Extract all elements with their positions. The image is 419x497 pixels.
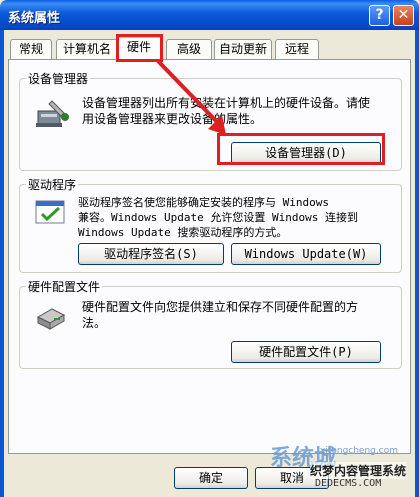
hardware-profiles-group: 硬件配置文件 硬件配置文件向您提供建立和保存不同硬件配置的方 法。 硬件配置文件… (19, 278, 402, 369)
tab-general[interactable]: 常规 (10, 39, 52, 59)
hardware-profiles-description-line2: 法。 (82, 316, 107, 330)
driver-signing-button[interactable]: 驱动程序签名(S) (78, 243, 224, 265)
watermark-text-url: xitongcheng.com (320, 446, 398, 456)
driver-group: 驱动程序 驱动程序签名使您能够确定安装的程序与 Windows 兼容。Windo… (19, 176, 402, 273)
hardware-profiles-group-label: 硬件配置文件 (26, 278, 103, 295)
device-manager-group-label: 设备管理器 (26, 70, 91, 87)
window-title: 系统属性 (8, 11, 61, 26)
windows-update-button[interactable]: Windows Update(W) (231, 243, 381, 265)
title-bar[interactable]: 系统属性 ? ✕ (0, 0, 419, 30)
hardware-profiles-icon (34, 303, 68, 333)
watermark-text-domain: DEDECMS.COM (315, 478, 382, 489)
hardware-profiles-description: 硬件配置文件向您提供建立和保存不同硬件配置的方 法。 (82, 299, 394, 331)
driver-description: 驱动程序签名使您能够确定安装的程序与 Windows 兼容。Windows Up… (78, 195, 398, 240)
window-frame-left (0, 30, 4, 497)
driver-description-line3: Windows Update 搜索驱动程序的方式。 (78, 226, 288, 239)
driver-group-label: 驱动程序 (26, 176, 79, 193)
close-button[interactable]: ✕ (393, 5, 414, 26)
device-manager-icon (34, 97, 72, 135)
driver-description-line1: 驱动程序签名使您能够确定安装的程序与 Windows (78, 196, 329, 209)
watermark: 系统城 织梦内容管理系统 DEDECMS.COM xitongcheng.com (270, 440, 419, 497)
window-frame-right (415, 30, 419, 497)
hardware-profiles-button[interactable]: 硬件配置文件(P) (231, 341, 381, 363)
watermark-text-dedecms: 织梦内容管理系统 (310, 462, 407, 479)
ok-button[interactable]: 确定 (174, 467, 248, 489)
tab-remote[interactable]: 远程 (275, 39, 319, 59)
tab-computer-name[interactable]: 计算机名 (56, 39, 118, 59)
help-button[interactable]: ? (369, 5, 390, 26)
annotation-arrow (156, 59, 226, 135)
driver-signing-icon (34, 197, 68, 227)
hardware-profiles-description-line1: 硬件配置文件向您提供建立和保存不同硬件配置的方 (82, 300, 359, 314)
driver-description-line2: 兼容。Windows Update 允许您设置 Windows 连接到 (78, 211, 358, 224)
highlight-box-device-manager-button (217, 133, 385, 165)
